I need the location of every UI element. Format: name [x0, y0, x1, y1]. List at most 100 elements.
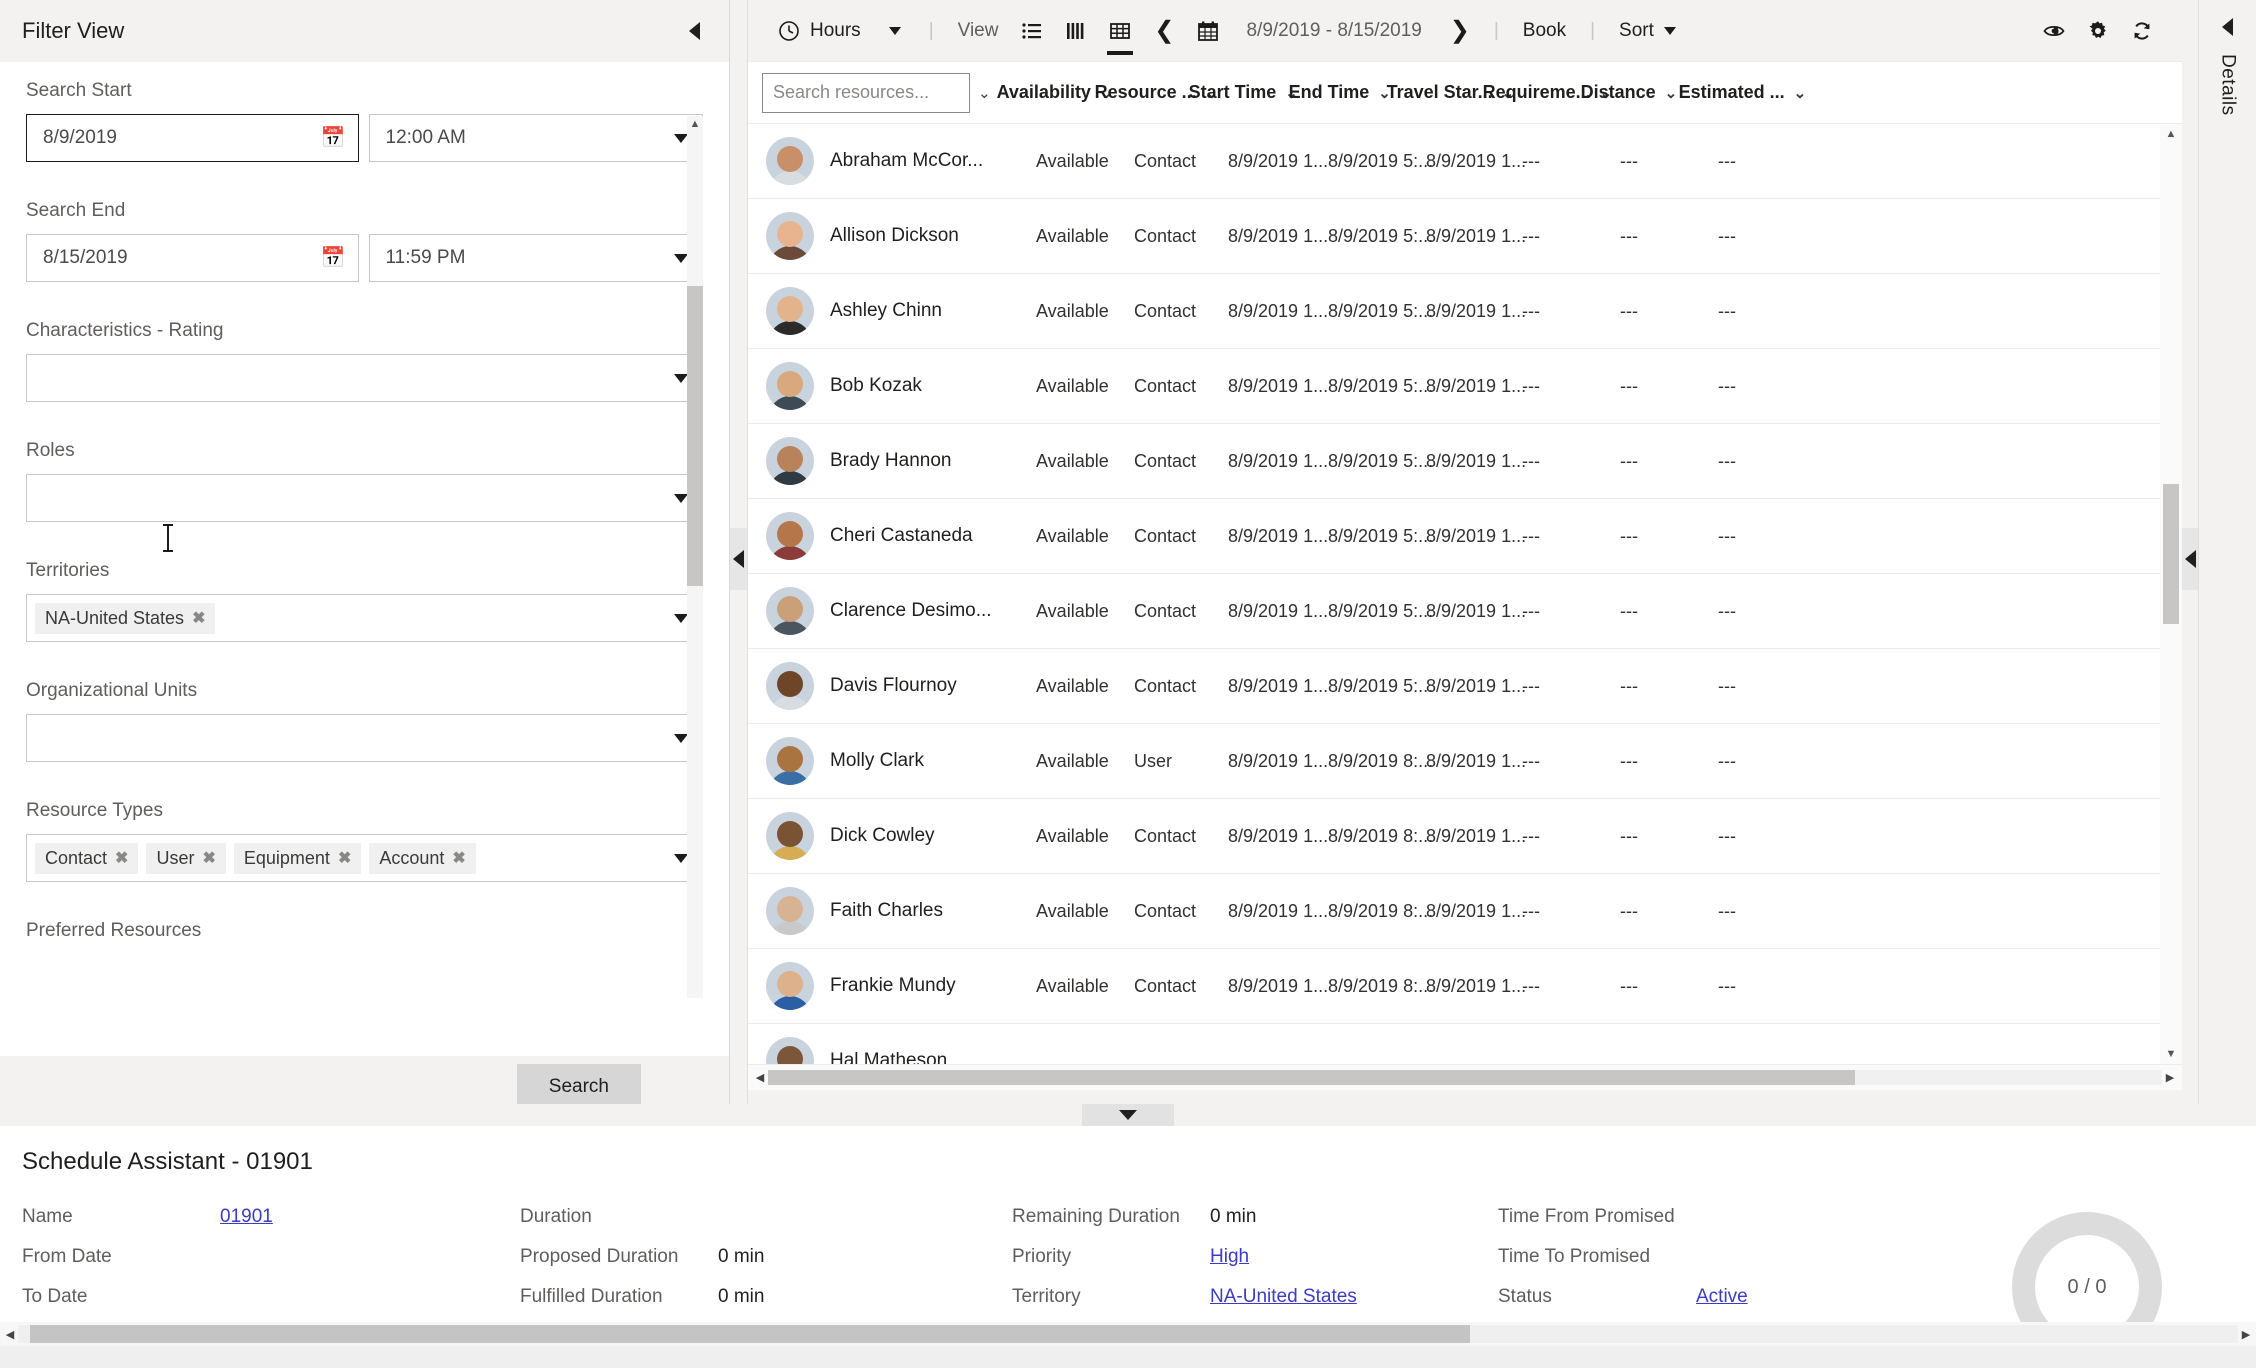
triangle-left-icon[interactable]	[2215, 14, 2241, 40]
list-view-icon[interactable]	[1010, 9, 1054, 53]
eye-icon[interactable]	[2032, 9, 2076, 53]
close-icon[interactable]: ✖	[202, 848, 215, 868]
scroll-left-icon[interactable]: ◀	[2, 1328, 18, 1341]
search-end-date-input[interactable]: 8/15/2019 📅	[26, 234, 359, 282]
close-icon[interactable]: ✖	[192, 608, 205, 628]
search-start-label: Search Start	[26, 80, 132, 101]
details-panel-splitter[interactable]	[2182, 0, 2198, 1118]
table-row[interactable]: Brady Hannon Available Contact 8/9/2019 1..…	[748, 424, 2160, 499]
book-button[interactable]: Book	[1511, 9, 1578, 53]
table-row[interactable]: Abraham McCor... Available Contact 8/9/2019…	[748, 124, 2160, 199]
triangle-down-icon[interactable]	[1082, 1104, 1174, 1126]
chevron-down-icon[interactable]: ⌄	[978, 84, 991, 102]
collapse-filter-handle[interactable]	[730, 528, 747, 590]
page-horizontal-scrollbar[interactable]: ◀ ▶	[0, 1322, 2256, 1346]
hours-dropdown[interactable]: Hours	[766, 9, 873, 53]
scroll-right-icon[interactable]: ▶	[2238, 1328, 2254, 1341]
scrollbar-thumb[interactable]	[2163, 484, 2179, 624]
scroll-up-icon[interactable]: ▲	[2160, 124, 2182, 144]
search-start-time-select[interactable]: 12:00 AM	[368, 114, 703, 162]
column-view-icon[interactable]	[1054, 9, 1098, 53]
chevron-left-icon[interactable]: ❮	[1142, 9, 1186, 53]
scrollbar-thumb[interactable]	[687, 286, 703, 586]
table-row[interactable]: Dick Cowley Available Contact 8/9/2019 1...…	[748, 799, 2160, 874]
column-header-resource-type[interactable]: Resource ... ⌄	[1095, 82, 1219, 103]
scroll-right-icon[interactable]: ▶	[2162, 1071, 2178, 1084]
grid-horizontal-scrollbar[interactable]: ◀ ▶	[748, 1064, 2182, 1090]
table-row[interactable]: Allison Dickson Available Contact 8/9/2019 …	[748, 199, 2160, 274]
cell-distance: ---	[1620, 150, 1638, 171]
gear-icon[interactable]	[2076, 9, 2120, 53]
scrollbar-track[interactable]	[18, 1325, 2238, 1343]
column-header-end-time[interactable]: End Time ⌄	[1289, 82, 1391, 103]
roles-select[interactable]	[26, 474, 703, 522]
detail-column-2: Duration Proposed Duration 0 min Fulfilled …	[520, 1206, 1012, 1308]
cell-travel-start: 8/9/2019 1...	[1426, 750, 1527, 771]
territories-select[interactable]: NA-United States ✖	[26, 594, 703, 642]
chevron-right-icon[interactable]: ❯	[1438, 9, 1482, 53]
column-header-distance[interactable]: Distance ⌄	[1581, 82, 1679, 103]
collapse-details-handle[interactable]	[2182, 528, 2198, 590]
scroll-down-icon[interactable]: ▼	[2160, 1044, 2182, 1064]
column-header-start-time[interactable]: Start Time ⌄	[1189, 82, 1298, 103]
scroll-up-icon[interactable]: ▲	[687, 116, 703, 132]
resource-name: Frankie Mundy	[830, 975, 956, 996]
grid-vertical-scrollbar[interactable]: ▲ ▼	[2160, 124, 2182, 1064]
resource-name: Clarence Desimo...	[830, 600, 992, 621]
table-row[interactable]: Molly Clark Available User 8/9/2019 1... 8/9…	[748, 724, 2160, 799]
sort-dropdown[interactable]: Sort	[1607, 9, 1688, 53]
chip[interactable]: Equipment ✖	[233, 842, 362, 874]
close-icon[interactable]: ✖	[338, 848, 351, 868]
refresh-icon[interactable]	[2120, 9, 2164, 53]
search-input[interactable]	[773, 82, 959, 103]
detail-field-link[interactable]: 01901	[220, 1206, 273, 1228]
search-resources-field[interactable]	[762, 72, 970, 113]
cell-availability: Available	[1036, 975, 1109, 996]
chevron-down-icon: ⌄	[1664, 84, 1678, 102]
detail-field-link[interactable]: High	[1210, 1246, 1249, 1268]
cell-resource-type: Contact	[1134, 150, 1197, 171]
characteristics-rating-select[interactable]	[26, 354, 703, 402]
avatar	[766, 962, 814, 1010]
grid-view-icon[interactable]	[1098, 9, 1142, 55]
column-header-travel-start[interactable]: Travel Star... ⌄	[1387, 82, 1515, 103]
table-row[interactable]: Clarence Desimo... Available Contact 8/9/20…	[748, 574, 2160, 649]
search-end-time-select[interactable]: 11:59 PM	[368, 234, 703, 282]
chip[interactable]: Account ✖	[369, 842, 476, 874]
calendar-icon[interactable]: 📅	[321, 128, 346, 148]
triangle-left-icon[interactable]	[681, 18, 707, 44]
calendar-icon[interactable]: 📅	[321, 248, 346, 268]
chip-label: NA-United States	[45, 607, 185, 628]
search-start-date-input[interactable]: 8/9/2019 📅	[26, 114, 359, 162]
calendar-icon[interactable]	[1186, 9, 1230, 53]
scrollbar-thumb[interactable]	[30, 1325, 1470, 1343]
scroll-left-icon[interactable]: ◀	[752, 1071, 768, 1084]
table-row[interactable]: Ashley Chinn Available Contact 8/9/2019 1..…	[748, 274, 2160, 349]
column-header-estimated[interactable]: Estimated ... ⌄	[1679, 82, 1807, 103]
table-row[interactable]: Bob Kozak Available Contact 8/9/2019 1... 8/…	[748, 349, 2160, 424]
hours-caret[interactable]	[873, 9, 917, 53]
details-rail[interactable]: Details	[2198, 0, 2256, 1118]
detail-field-link[interactable]: Active	[1696, 1286, 1748, 1308]
column-header-availability[interactable]: Availability ⌄	[997, 82, 1113, 103]
chip[interactable]: NA-United States ✖	[35, 602, 216, 634]
scrollbar-thumb[interactable]	[768, 1070, 1856, 1085]
filter-panel-splitter[interactable]	[730, 0, 748, 1118]
scrollbar-track[interactable]	[768, 1070, 2162, 1085]
resource-types-select[interactable]: Contact ✖ User ✖ Equipment ✖ Account ✖	[26, 834, 703, 882]
table-row[interactable]: Frankie Mundy Available Contact 8/9/2019 1.…	[748, 949, 2160, 1024]
table-row[interactable]: Faith Charles Available Contact 8/9/2019 1.…	[748, 874, 2160, 949]
column-header-requirement[interactable]: Requireme... ⌄	[1483, 82, 1613, 103]
close-icon[interactable]: ✖	[452, 848, 465, 868]
close-icon[interactable]: ✖	[115, 848, 128, 868]
table-row[interactable]: Cheri Castaneda Available Contact 8/9/2019 …	[748, 499, 2160, 574]
cell-resource-type: Contact	[1134, 600, 1197, 621]
filter-panel-scrollbar[interactable]: ▲	[687, 116, 703, 998]
chip[interactable]: Contact ✖	[35, 842, 139, 874]
organizational-units-select[interactable]	[26, 714, 703, 762]
detail-field-link[interactable]: NA-United States	[1210, 1286, 1357, 1308]
table-row[interactable]: Hal Matheson	[748, 1024, 2160, 1064]
table-row[interactable]: Davis Flournoy Available Contact 8/9/2019 1…	[748, 649, 2160, 724]
avatar	[766, 1037, 814, 1064]
chip[interactable]: User ✖	[146, 842, 226, 874]
